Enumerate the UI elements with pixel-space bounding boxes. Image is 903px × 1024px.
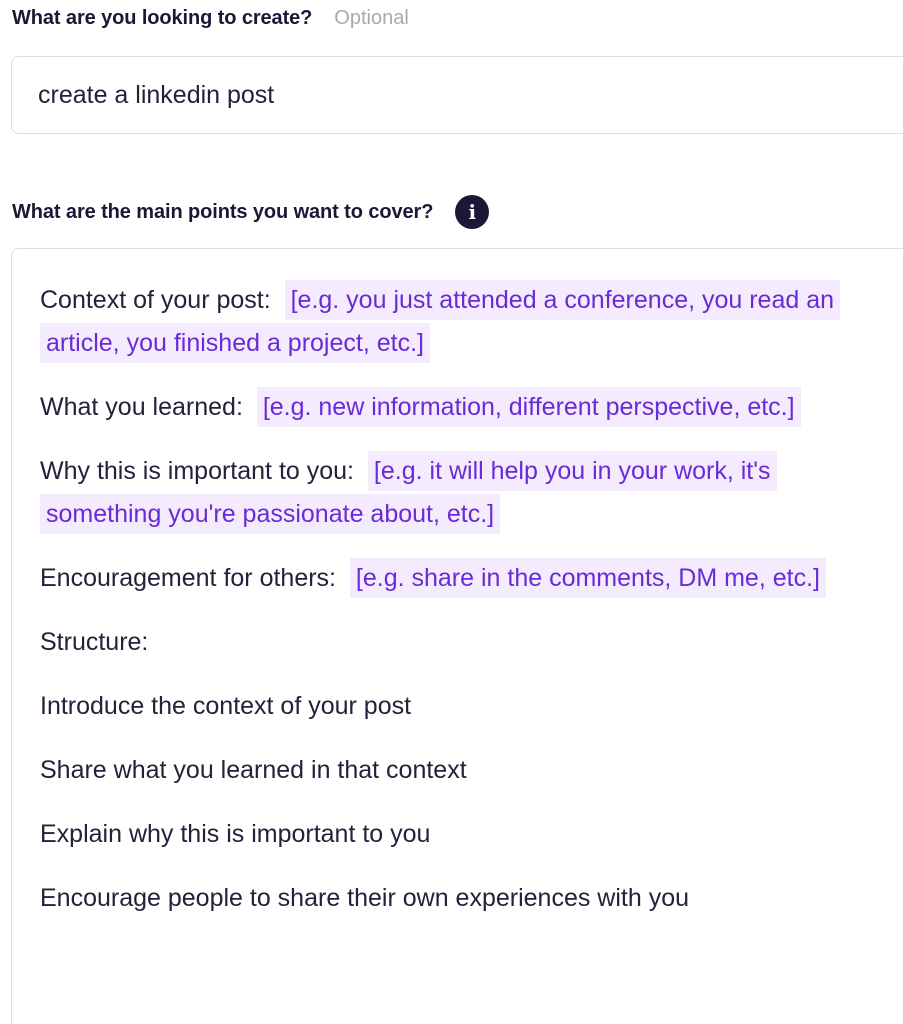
structure-line: Encourage people to share their own expe…	[40, 884, 690, 912]
question-points-label-row: What are the main points you want to cov…	[12, 195, 490, 229]
prompt-item-learned: What you learned: [e.g. new information,…	[40, 386, 870, 429]
create-input-value: create a linkedin post	[38, 80, 275, 109]
structure-line: Explain why this is important to you	[40, 820, 431, 848]
info-icon[interactable]: i	[455, 195, 490, 229]
optional-tag: Optional	[334, 6, 409, 29]
question-points-label: What are the main points you want to cov…	[12, 200, 434, 223]
prompt-item-encouragement: Encouragement for others: [e.g. share in…	[40, 557, 870, 600]
structure-line: Introduce the context of your post	[40, 692, 412, 720]
prompt-item-context: Context of your post: [e.g. you just att…	[40, 279, 870, 365]
info-icon-glyph: i	[468, 200, 477, 224]
main-points-textarea[interactable]: Context of your post: [e.g. you just att…	[11, 248, 903, 1024]
structure-heading: Structure:	[40, 628, 149, 656]
item-prefix: Encouragement for others:	[40, 564, 336, 592]
item-prefix: Why this is important to you:	[40, 457, 355, 485]
question-create-label: What are you looking to create?	[12, 6, 313, 29]
item-prefix: What you learned:	[40, 393, 243, 421]
structure-line: Share what you learned in that context	[40, 756, 467, 784]
prompt-item-why: Why this is important to you: [e.g. it w…	[40, 450, 870, 536]
item-prefix: Context of your post:	[40, 286, 271, 314]
create-input[interactable]: create a linkedin post	[11, 56, 903, 134]
question-create-label-row: What are you looking to create? Optional	[12, 4, 409, 32]
placeholder-chip[interactable]: [e.g. new information, different perspec…	[256, 387, 801, 427]
placeholder-chip[interactable]: [e.g. share in the comments, DM me, etc.…	[349, 558, 826, 598]
